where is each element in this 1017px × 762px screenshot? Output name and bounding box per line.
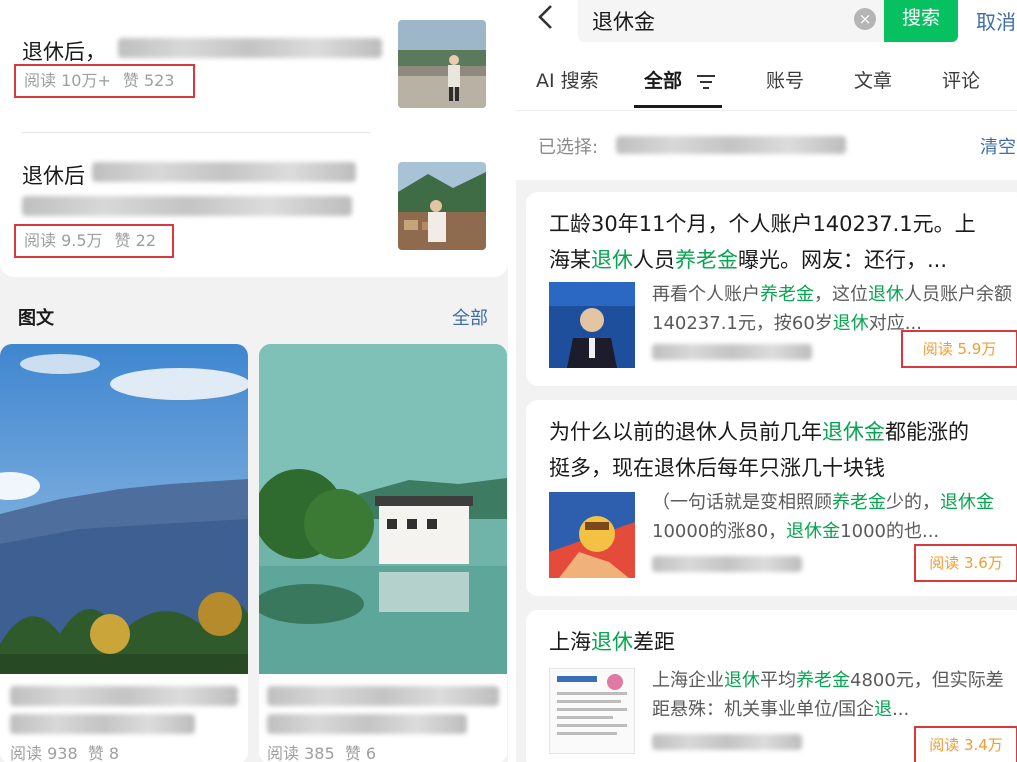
selected-label: 已选择: bbox=[538, 137, 599, 158]
read-count: 阅读 938 bbox=[10, 744, 78, 762]
article-title: 退休后， bbox=[22, 40, 106, 64]
tile-stats: 阅读 385 赞 6 bbox=[267, 740, 376, 762]
read-count: 阅读 9.5万 bbox=[24, 231, 103, 250]
redacted-title bbox=[92, 162, 356, 182]
result-thumbnail bbox=[549, 668, 635, 754]
clear-filters-button[interactable]: 清空 bbox=[980, 133, 1016, 159]
list-item[interactable]: 退休后 阅读 9.5万赞 22 bbox=[0, 132, 508, 277]
tab-all[interactable]: 全部 bbox=[644, 66, 715, 93]
search-result-card[interactable]: 上海退休差距 上海企业退休平均养老金4800元，但实际差距悬殊：机关事业单位/国… bbox=[526, 610, 1017, 762]
redacted-caption-line2 bbox=[10, 714, 195, 734]
tab-label: 全部 bbox=[644, 70, 683, 92]
filter-icon[interactable] bbox=[696, 74, 715, 89]
like-count: 赞 523 bbox=[122, 71, 175, 90]
redacted-caption-line2 bbox=[267, 714, 467, 734]
article-thumbnail bbox=[398, 162, 486, 250]
tab-comments[interactable]: 评论 bbox=[942, 66, 980, 93]
tab-bar: AI 搜索 全部 账号 文章 评论 bbox=[516, 60, 1017, 108]
search-input[interactable]: 退休金 × bbox=[578, 0, 886, 42]
result-thumbnail bbox=[549, 492, 635, 578]
search-query: 退休金 bbox=[592, 10, 655, 34]
image-post-tile[interactable]: 阅读 938 赞 8 bbox=[0, 344, 248, 762]
redacted-filters bbox=[616, 136, 846, 154]
post-image bbox=[259, 344, 507, 674]
section-header: 图文 全部 bbox=[0, 296, 508, 336]
redacted-source bbox=[652, 556, 802, 572]
left-panel: 退休后， 阅读 10万+ 赞 523 退休后 阅读 9.5万 赞 22 图文 全… bbox=[0, 0, 508, 762]
result-title: 工龄30年11个月，个人账户140237.1元。上海某退休人员养老金曝光。网友：… bbox=[549, 212, 976, 272]
like-count: 赞 6 bbox=[344, 744, 377, 762]
clear-icon[interactable]: × bbox=[854, 8, 876, 30]
result-title: 为什么以前的退休人员前几年退休金都能涨的挺多，现在退休后每年只涨几十块钱 bbox=[549, 420, 969, 480]
redacted-caption bbox=[267, 686, 499, 706]
chevron-left-icon[interactable] bbox=[536, 2, 554, 40]
tab-accounts[interactable]: 账号 bbox=[766, 66, 804, 93]
result-snippet: （一句话就是变相照顾养老金少的，退休金10000的涨80，退休金1000的也..… bbox=[652, 492, 994, 542]
panel-divider bbox=[508, 0, 516, 762]
read-count-highlight: 阅读 3.4万 bbox=[914, 726, 1017, 762]
cancel-button[interactable]: 取消 bbox=[976, 6, 1016, 35]
redacted-source bbox=[652, 344, 812, 360]
redacted-source bbox=[652, 734, 802, 750]
like-count: 赞 8 bbox=[87, 744, 120, 762]
result-title: 上海退休差距 bbox=[549, 630, 675, 654]
article-stats-highlight: 阅读 10万+ 赞 523 bbox=[14, 64, 195, 98]
section-title: 图文 bbox=[18, 308, 54, 329]
article-list: 退休后， 阅读 10万+ 赞 523 退休后 阅读 9.5万 赞 22 bbox=[0, 0, 508, 277]
tab-ai-search[interactable]: AI 搜索 bbox=[536, 66, 599, 93]
article-thumbnail bbox=[398, 20, 486, 108]
active-tab-indicator bbox=[634, 105, 722, 108]
search-button[interactable]: 搜索 bbox=[884, 0, 958, 42]
result-thumbnail bbox=[549, 282, 635, 368]
see-all-link[interactable]: 全部 bbox=[452, 304, 488, 330]
redacted-caption bbox=[10, 686, 238, 706]
read-count: 阅读 10万+ bbox=[24, 71, 111, 90]
post-image bbox=[0, 344, 248, 674]
list-item[interactable]: 退休后， 阅读 10万+ 赞 523 bbox=[0, 0, 508, 132]
selected-filters: 已选择: 清空 bbox=[516, 110, 1017, 178]
search-header: 退休金 × 搜索 取消 AI 搜索 全部 账号 文章 评论 已选择: 清空 bbox=[516, 0, 1017, 180]
like-count: 赞 22 bbox=[114, 231, 156, 250]
redacted-title-line2 bbox=[22, 196, 352, 216]
result-snippet: 上海企业退休平均养老金4800元，但实际差距悬殊：机关事业单位/国企退... bbox=[652, 670, 1004, 720]
read-count: 阅读 385 bbox=[267, 744, 335, 762]
redacted-title bbox=[118, 38, 382, 58]
article-title: 退休后 bbox=[22, 164, 85, 188]
search-result-card[interactable]: 为什么以前的退休人员前几年退休金都能涨的挺多，现在退休后每年只涨几十块钱 （一句… bbox=[526, 400, 1017, 596]
read-count-highlight: 阅读 3.6万 bbox=[914, 544, 1017, 582]
tab-articles[interactable]: 文章 bbox=[854, 66, 892, 93]
search-result-card[interactable]: 工龄30年11个月，个人账户140237.1元。上海某退休人员养老金曝光。网友：… bbox=[526, 192, 1017, 386]
article-stats-highlight: 阅读 9.5万赞 22 bbox=[14, 224, 174, 258]
tile-stats: 阅读 938 赞 8 bbox=[10, 740, 119, 762]
image-post-tile[interactable]: 阅读 385 赞 6 bbox=[259, 344, 507, 762]
right-panel: 退休金 × 搜索 取消 AI 搜索 全部 账号 文章 评论 已选择: 清空 工龄… bbox=[516, 0, 1017, 762]
read-count-highlight: 阅读 5.9万 bbox=[901, 330, 1017, 368]
